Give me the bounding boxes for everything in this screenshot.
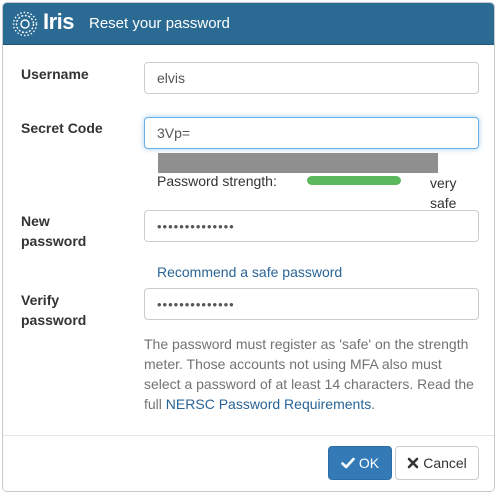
dialog-title: Reset your password — [89, 15, 230, 32]
brand-name: Iris — [43, 9, 75, 34]
password-help-text: The password must register as 'safe' on … — [144, 334, 479, 414]
reset-password-dialog: Iris Reset your password Username elvis … — [2, 2, 495, 492]
ok-button-label: OK — [358, 455, 380, 471]
new-password-label-line2: password — [21, 233, 87, 249]
verify-password-label: Verify password — [21, 290, 86, 330]
dialog-footer: OK Cancel — [3, 435, 494, 491]
verify-password-label-line1: Verify — [21, 292, 60, 308]
username-value: elvis — [157, 70, 186, 86]
username-field[interactable]: elvis — [144, 62, 479, 94]
new-password-label: New password — [21, 211, 86, 251]
secret-code-value: 3Vp= — [157, 125, 191, 141]
verify-password-value: •••••••••••••• — [157, 297, 235, 312]
secret-code-label: Secret Code — [21, 120, 103, 136]
recommend-password-link[interactable]: Recommend a safe password — [157, 264, 342, 280]
password-strength-value: very safe — [430, 175, 457, 211]
username-label: Username — [21, 66, 89, 82]
redacted-block — [158, 152, 438, 173]
password-strength-meter — [307, 176, 401, 185]
dialog-header: Iris Reset your password — [3, 3, 494, 45]
password-requirements-link[interactable]: NERSC Password Requirements — [166, 396, 371, 412]
help-text-suffix: . — [371, 396, 376, 412]
cancel-button[interactable]: Cancel — [395, 446, 479, 480]
password-strength-fill — [307, 176, 401, 185]
new-password-label-line1: New — [21, 213, 50, 229]
verify-password-field[interactable]: •••••••••••••• — [144, 288, 479, 320]
password-strength-label: Password strength: — [157, 173, 277, 189]
ok-button[interactable]: OK — [328, 446, 392, 480]
secret-code-field[interactable]: 3Vp= — [144, 117, 479, 173]
close-icon — [407, 457, 419, 469]
verify-password-label-line2: password — [21, 312, 87, 328]
new-password-field[interactable]: •••••••••••••• — [144, 210, 479, 242]
new-password-value: •••••••••••••• — [157, 219, 235, 234]
cancel-button-label: Cancel — [423, 455, 467, 471]
check-icon — [341, 457, 355, 469]
iris-logo-icon — [12, 11, 38, 37]
